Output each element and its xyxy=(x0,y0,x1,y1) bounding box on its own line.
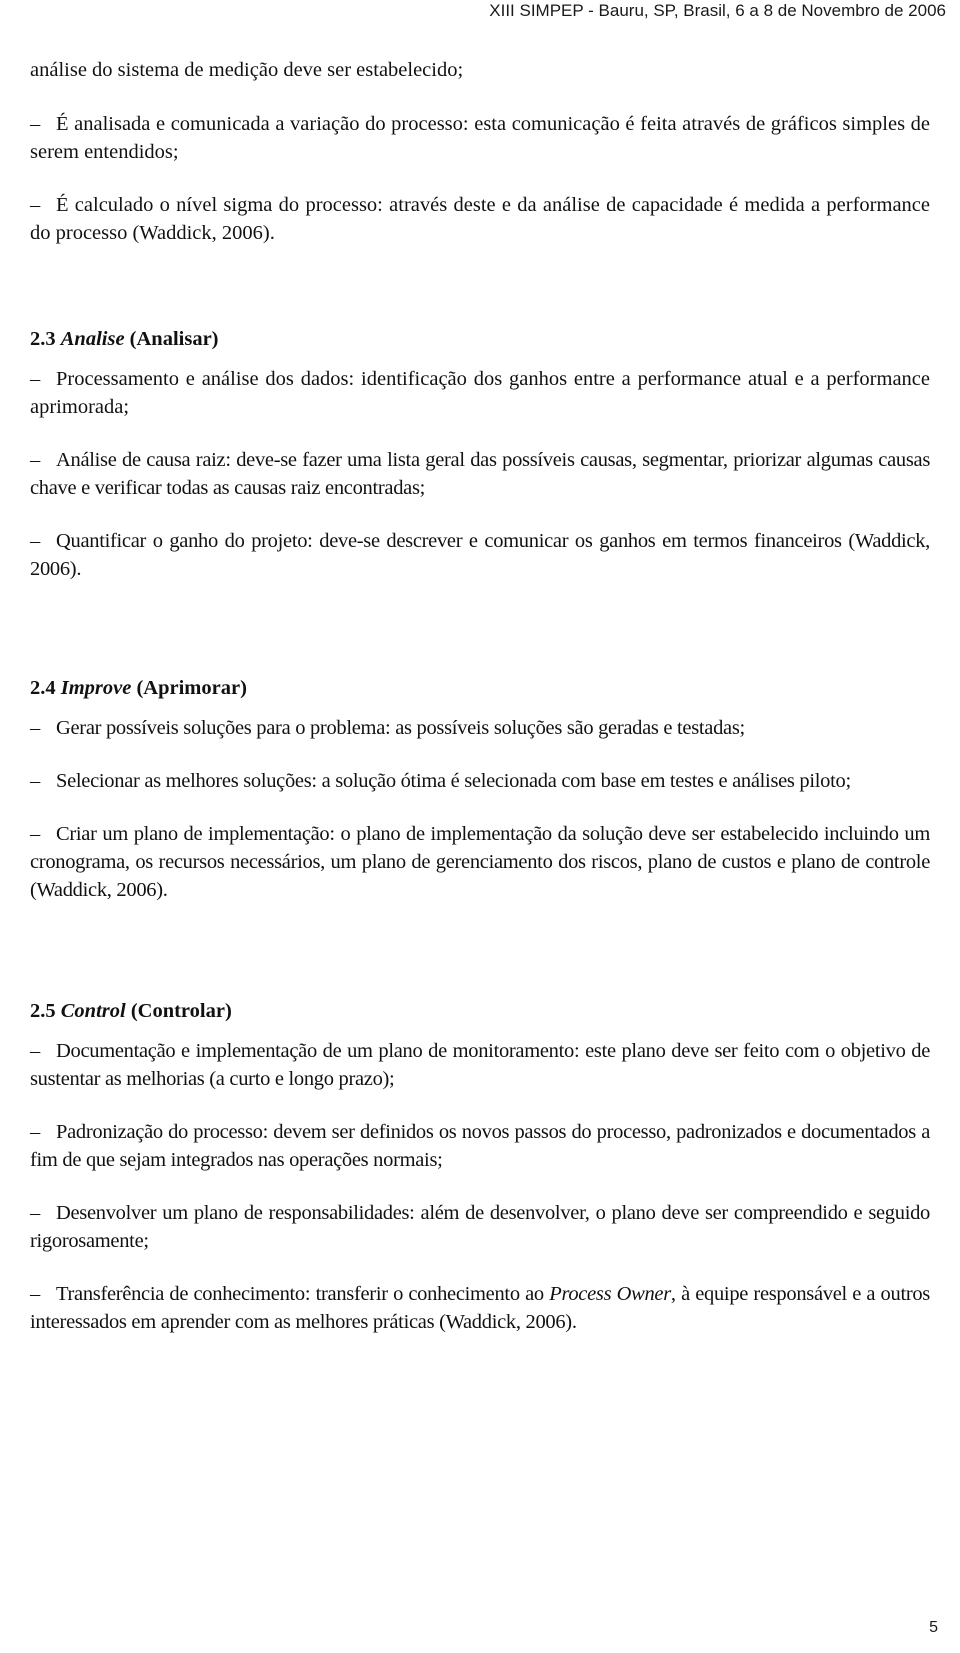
list-item: – Documentação e implementação de um plan… xyxy=(30,1037,930,1093)
list-item-text: Padronização do processo: devem ser defi… xyxy=(30,1121,930,1171)
section-title-pt: (Aprimorar) xyxy=(136,677,247,699)
dash-bullet-icon: – xyxy=(30,823,40,845)
section-number: 2.4 xyxy=(30,677,56,699)
list-item: – Quantificar o ganho do projeto: deve-se… xyxy=(30,527,930,583)
list-item: – Gerar possíveis soluções para o problem… xyxy=(30,714,930,742)
list-item-text-start: Transferência de conhecimento: transferi… xyxy=(56,1283,550,1305)
list-item: – Análise de causa raiz: deve-se fazer um… xyxy=(30,446,930,502)
section-title-pt: (Controlar) xyxy=(130,1000,232,1022)
dash-bullet-icon: – xyxy=(30,449,40,471)
list-item: – Selecionar as melhores soluções: a solu… xyxy=(30,767,930,795)
dash-bullet-icon: – xyxy=(30,194,41,216)
list-item: – Desenvolver um plano de responsabilidad… xyxy=(30,1199,930,1255)
list-item-text: Desenvolver um plano de responsabilidade… xyxy=(30,1202,930,1252)
section-heading-improve: 2.4 Improve (Aprimorar) xyxy=(30,674,930,702)
dash-bullet-icon: – xyxy=(30,368,41,390)
list-item-text: Quantificar o ganho do projeto: deve-se … xyxy=(30,530,930,580)
list-item-text: Análise de causa raiz: deve-se fazer uma… xyxy=(30,449,930,499)
section-title-en: Control xyxy=(60,1000,126,1022)
list-item-text: Processamento e análise dos dados: ident… xyxy=(30,368,930,418)
process-owner-term: Process Owner xyxy=(549,1283,671,1305)
section-number: 2.3 xyxy=(30,328,56,350)
list-item-text: Gerar possíveis soluções para o problema… xyxy=(56,717,745,739)
running-header: XIII SIMPEP - Bauru, SP, Brasil, 6 a 8 d… xyxy=(489,1,946,20)
section-title-en: Analise xyxy=(60,328,125,350)
dash-bullet-icon: – xyxy=(30,1202,40,1224)
page-number: 5 xyxy=(929,1619,938,1636)
list-item: – Processamento e análise dos dados: iden… xyxy=(30,365,930,421)
list-item-text: Documentação e implementação de um plano… xyxy=(30,1040,930,1090)
dash-bullet-icon: – xyxy=(30,717,40,739)
section-number: 2.5 xyxy=(30,1000,56,1022)
list-item: – Padronização do processo: devem ser def… xyxy=(30,1118,930,1174)
dash-bullet-icon: – xyxy=(30,770,40,792)
list-item-text: Criar um plano de implementação: o plano… xyxy=(30,823,930,901)
list-item: – Transferência de conhecimento: transfer… xyxy=(30,1280,930,1336)
dash-bullet-icon: – xyxy=(30,1121,40,1143)
document-body: análise do sistema de medição deve ser e… xyxy=(30,56,930,1361)
dash-bullet-icon: – xyxy=(30,1283,40,1305)
section-title-pt: (Analisar) xyxy=(129,328,219,350)
list-item: – É calculado o nível sigma do processo: … xyxy=(30,191,930,247)
section-title-en: Improve xyxy=(60,677,132,699)
list-item: – É analisada e comunicada a variação do … xyxy=(30,110,930,166)
list-item-text: É analisada e comunicada a variação do p… xyxy=(30,113,930,163)
dash-bullet-icon: – xyxy=(30,530,40,552)
section-heading-analyze: 2.3 Analise (Analisar) xyxy=(30,325,930,353)
list-item: – Criar um plano de implementação: o plan… xyxy=(30,820,930,904)
list-item-text: Selecionar as melhores soluções: a soluç… xyxy=(56,770,851,792)
section-heading-control: 2.5 Control (Controlar) xyxy=(30,997,930,1025)
list-item-text: É calculado o nível sigma do processo: a… xyxy=(30,194,930,244)
continuation-paragraph: análise do sistema de medição deve ser e… xyxy=(30,59,464,81)
dash-bullet-icon: – xyxy=(30,113,41,135)
dash-bullet-icon: – xyxy=(30,1040,40,1062)
